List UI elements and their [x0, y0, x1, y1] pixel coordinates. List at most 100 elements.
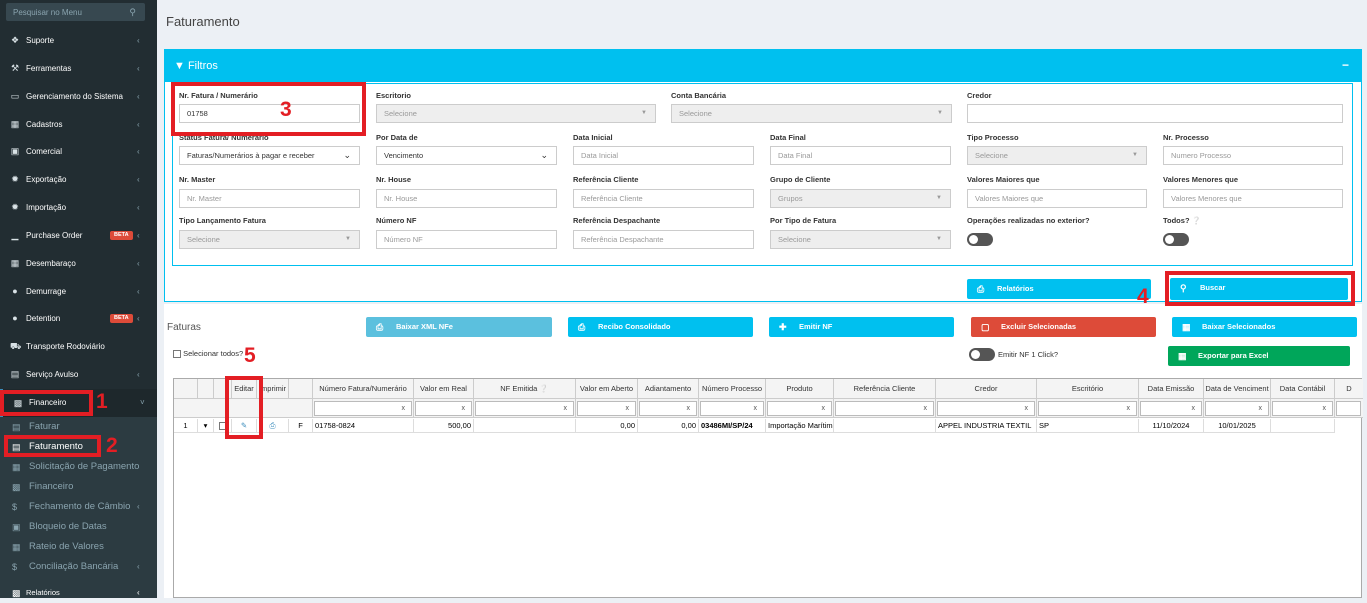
- column-filter-input[interactable]: x: [937, 401, 1035, 416]
- excluir-selecionadas-button[interactable]: ▢ Excluir Selecionadas: [971, 317, 1156, 337]
- sidebar-item-desembaraco[interactable]: ▦ Desembaraço ‹: [0, 250, 157, 277]
- submenu-item-solicitacao[interactable]: ▦ Solicitação de Pagamento: [0, 457, 157, 477]
- column-filter-input[interactable]: x: [1140, 401, 1202, 416]
- nr-master-input[interactable]: Nr. Master: [179, 189, 360, 208]
- column-header-nf-emitida[interactable]: NF Emitida ❔: [474, 379, 576, 399]
- column-header-data-contabil[interactable]: Data Contábil: [1271, 379, 1335, 399]
- menu-search-box[interactable]: Pesquisar no Menu ⚲: [6, 3, 145, 21]
- help-icon[interactable]: ❔: [1192, 216, 1201, 225]
- column-header-data-vencimento[interactable]: Data de Venciment: [1204, 379, 1271, 399]
- valores-maiores-input[interactable]: Valores Maiores que: [967, 189, 1147, 208]
- emitir-nf-click-toggle[interactable]: [969, 348, 995, 361]
- column-header-editar[interactable]: Editar: [232, 379, 257, 399]
- sidebar-item-comercial[interactable]: ▣ Comercial ‹: [0, 138, 157, 165]
- sidebar-item-purchase-order[interactable]: ▁ Purchase Order BETA ‹: [0, 222, 157, 249]
- baixar-xml-button[interactable]: ⎙ Baixar XML NFe: [366, 317, 552, 337]
- escritorio-select[interactable]: Selecione ▼: [376, 104, 656, 123]
- data-final-input[interactable]: Data Final: [770, 146, 951, 165]
- recibo-consolidado-button[interactable]: ⎙ Recibo Consolidado: [568, 317, 753, 337]
- column-filter-input[interactable]: x: [767, 401, 832, 416]
- column-filter-input[interactable]: x: [475, 401, 574, 416]
- checkbox[interactable]: [173, 350, 181, 359]
- sidebar-item-demurrage[interactable]: ● Demurrage ‹: [0, 278, 157, 305]
- exportar-excel-button[interactable]: ▦ Exportar para Excel: [1168, 346, 1350, 366]
- data-inicial-input[interactable]: Data Inicial: [573, 146, 754, 165]
- cell-processo[interactable]: 03486MI/SP/24: [699, 419, 766, 433]
- referencia-cliente-label: Referência Cliente: [573, 175, 639, 184]
- column-header-valor-real[interactable]: Valor em Real: [414, 379, 474, 399]
- search-icon[interactable]: ⚲: [129, 7, 136, 18]
- column-filter-input[interactable]: x: [639, 401, 697, 416]
- column-header-d[interactable]: D: [1335, 379, 1363, 399]
- menu-search-input[interactable]: Pesquisar no Menu: [13, 8, 82, 17]
- column-filter-input[interactable]: x: [415, 401, 472, 416]
- row-checkbox[interactable]: [218, 422, 227, 431]
- submenu-item-faturamento[interactable]: ▤ Faturamento: [0, 437, 157, 457]
- sidebar-item-importacao[interactable]: ✹ Importação ‹: [0, 194, 157, 221]
- referencia-despachante-input[interactable]: Referência Despachante: [573, 230, 754, 249]
- column-header-processo[interactable]: Número Processo: [699, 379, 766, 399]
- submenu-item-conciliacao[interactable]: $ Conciliação Bancária ‹: [0, 557, 157, 577]
- nr-fatura-input[interactable]: 01758: [179, 104, 360, 123]
- buscar-button[interactable]: ⚲ Buscar: [1170, 278, 1348, 300]
- column-filter-input[interactable]: x: [1272, 401, 1333, 416]
- nr-house-input[interactable]: Nr. House: [376, 189, 557, 208]
- column-header-produto[interactable]: Produto: [766, 379, 834, 399]
- column-header-imprimir[interactable]: Imprimir: [257, 379, 289, 399]
- operacoes-exterior-toggle[interactable]: [967, 233, 993, 246]
- conta-bancaria-select[interactable]: Selecione ▼: [671, 104, 952, 123]
- nr-processo-input[interactable]: Numero Processo: [1163, 146, 1343, 165]
- credor-input[interactable]: [967, 104, 1343, 123]
- column-filter-input[interactable]: x: [1205, 401, 1269, 416]
- baixar-selecionados-button[interactable]: ▦ Baixar Selecionados: [1172, 317, 1357, 337]
- sidebar-item-financeiro[interactable]: ▩ Financeiro ˅: [0, 389, 157, 417]
- column-filter-input[interactable]: x: [314, 401, 412, 416]
- submenu-item-bloqueio-datas[interactable]: ▣ Bloqueio de Datas: [0, 517, 157, 537]
- sidebar-item-relatorios[interactable]: ▩ Relatórios ‹: [0, 583, 157, 603]
- todos-toggle[interactable]: [1163, 233, 1189, 246]
- edit-icon[interactable]: ✎: [232, 419, 257, 433]
- submenu-item-rateio[interactable]: ▦ Rateio de Valores: [0, 537, 157, 557]
- status-fatura-select[interactable]: Faturas/Numerários à pagar e receber ⌄: [179, 146, 360, 165]
- sidebar-item-suporte[interactable]: ❖ Suporte ‹: [0, 27, 157, 54]
- column-header-ref-cliente[interactable]: Referência Cliente: [834, 379, 936, 399]
- submenu-item-fechamento-cambio[interactable]: $ Fechamento de Câmbio ‹: [0, 497, 157, 517]
- valores-menores-input[interactable]: Valores Menores que: [1163, 189, 1343, 208]
- tipo-fatura-select[interactable]: Selecione ▼: [770, 230, 951, 249]
- submenu-item-financeiro[interactable]: ▩ Financeiro: [0, 477, 157, 497]
- row-expand-toggle[interactable]: ▾: [198, 419, 214, 433]
- sidebar-item-servico-avulso[interactable]: ▤ Serviço Avulso ‹: [0, 361, 157, 388]
- annotation-number-4: 4: [1137, 285, 1149, 308]
- column-header-numero[interactable]: Número Fatura/Numerário: [313, 379, 414, 399]
- help-icon[interactable]: ❔: [539, 384, 548, 393]
- por-data-select[interactable]: Vencimento ⌄: [376, 146, 557, 165]
- submenu-item-faturar[interactable]: ▤ Faturar: [0, 417, 157, 437]
- sidebar-item-detention[interactable]: ● Detention BETA ‹: [0, 305, 157, 332]
- column-filter-input[interactable]: [1336, 401, 1361, 416]
- column-header-adiantamento[interactable]: Adiantamento: [638, 379, 699, 399]
- emitir-nf-button[interactable]: ✚ Emitir NF: [769, 317, 954, 337]
- tipo-processo-select[interactable]: Selecione ▼: [967, 146, 1147, 165]
- column-header-credor[interactable]: Credor: [936, 379, 1037, 399]
- sidebar-item-cadastros[interactable]: ▦ Cadastros ‹: [0, 111, 157, 138]
- column-header-data-emissao[interactable]: Data Emissão: [1139, 379, 1204, 399]
- referencia-cliente-input[interactable]: Referência Cliente: [573, 189, 754, 208]
- selecionar-todos-checkbox[interactable]: Selecionar todos?: [173, 349, 243, 359]
- column-filter-input[interactable]: x: [700, 401, 764, 416]
- relatorios-button[interactable]: ⎙ Relatórios: [967, 279, 1151, 299]
- column-header-escritorio[interactable]: Escritório: [1037, 379, 1139, 399]
- print-icon[interactable]: ⎙: [257, 419, 289, 433]
- numero-nf-input[interactable]: Número NF: [376, 230, 557, 249]
- column-filter-input[interactable]: x: [835, 401, 934, 416]
- sidebar-item-transporte[interactable]: ⛟ Transporte Rodoviário: [0, 333, 157, 360]
- sidebar-item-ferramentas[interactable]: ⚒ Ferramentas ‹: [0, 55, 157, 82]
- column-filter-input[interactable]: x: [577, 401, 636, 416]
- print-icon: ⎙: [977, 284, 985, 294]
- sidebar-item-exportacao[interactable]: ✹ Exportação ‹: [0, 166, 157, 193]
- column-header-valor-aberto[interactable]: Valor em Aberto: [576, 379, 638, 399]
- collapse-button[interactable]: −: [1342, 58, 1349, 72]
- grupo-cliente-select[interactable]: Grupos ▼: [770, 189, 951, 208]
- tipo-lancamento-select[interactable]: Selecione ▼: [179, 230, 360, 249]
- column-filter-input[interactable]: x: [1038, 401, 1137, 416]
- sidebar-item-gerenciamento[interactable]: ▭ Gerenciamento do Sistema ‹: [0, 83, 157, 110]
